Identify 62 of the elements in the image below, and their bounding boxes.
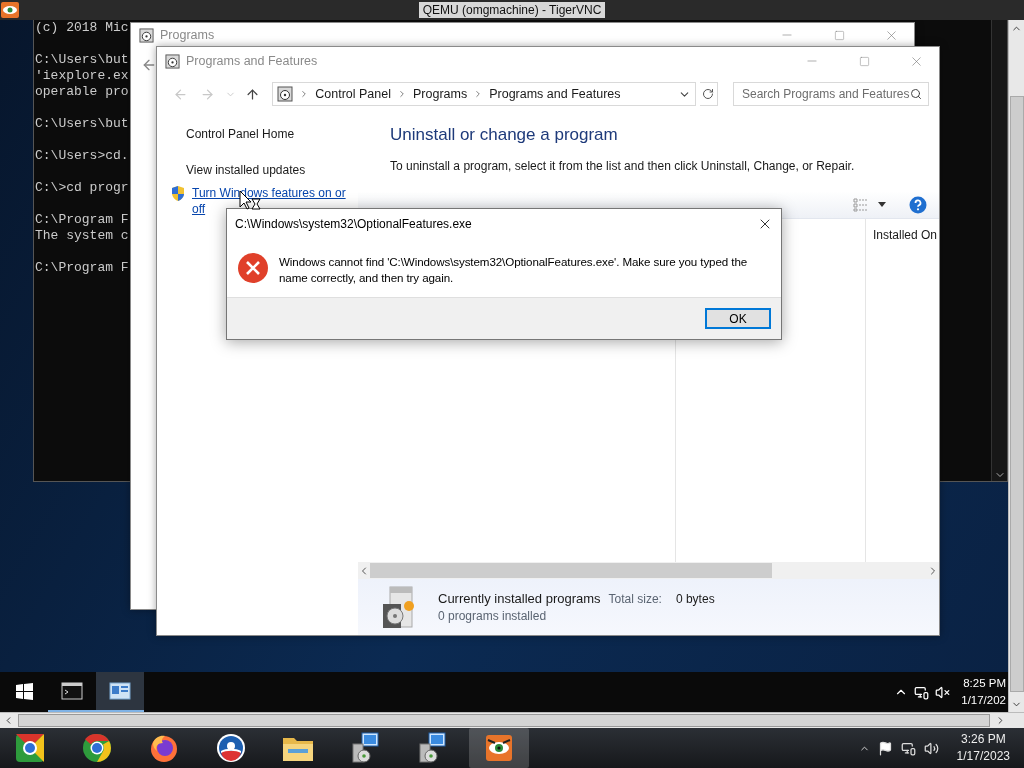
- search-field[interactable]: Search Programs and Features: [732, 82, 929, 106]
- dialog-title: C:\Windows\system32\OptionalFeatures.exe: [235, 217, 472, 231]
- program-count: 0 programs installed: [438, 609, 548, 623]
- console-icon: [61, 682, 83, 700]
- address-bar[interactable]: Control Panel Programs Programs and Features: [272, 82, 696, 106]
- control-panel-icon: [139, 27, 154, 43]
- round-logo-icon: [216, 733, 246, 763]
- search-icon: [910, 88, 922, 100]
- network-icon[interactable]: [914, 684, 929, 700]
- size-label: Total size:: [608, 592, 662, 606]
- firefox-icon: [149, 733, 179, 763]
- window-title: Programs and Features: [186, 54, 319, 68]
- network-icon[interactable]: [900, 740, 916, 756]
- tigervnc-icon: [1, 2, 19, 18]
- refresh-icon[interactable]: [702, 88, 715, 100]
- refresh-button[interactable]: [699, 82, 718, 106]
- help-icon[interactable]: [909, 195, 927, 214]
- console-line: C:\Program F: [35, 260, 129, 276]
- sidebar-link[interactable]: Control Panel Home: [186, 127, 295, 141]
- horizontal-scrollbar[interactable]: [0, 712, 1024, 728]
- console-line: The system c: [35, 228, 129, 244]
- volume-icon[interactable]: [923, 740, 939, 756]
- shield-icon: [170, 185, 186, 202]
- console-line: C:\Users>cd.: [35, 148, 129, 164]
- console-line: 'iexplore.ex: [35, 68, 129, 84]
- taskbar-app[interactable]: [469, 728, 529, 768]
- installer-icon: [417, 732, 447, 764]
- chevron-icon: [397, 89, 407, 99]
- window-title: QEMU (omgmachine) - TigerVNC: [418, 2, 606, 18]
- clock[interactable]: 3:26 PM 1/17/2023: [956, 731, 1010, 765]
- taskbar-app[interactable]: [96, 672, 144, 712]
- window-title: Programs: [160, 28, 216, 42]
- chromium-icon: [15, 733, 45, 763]
- clock[interactable]: 8:25 PM 1/17/202: [956, 675, 1006, 709]
- console-line: operable pro: [35, 84, 129, 100]
- sidebar-link[interactable]: View installed updates: [186, 163, 306, 177]
- chrome-icon: [82, 733, 112, 763]
- console-line: C:\Users\but: [35, 116, 129, 132]
- ok-button[interactable]: OK: [705, 308, 771, 329]
- caret-icon[interactable]: [877, 201, 887, 208]
- console-line: (c) 2018 Mic: [35, 20, 129, 36]
- breadcrumb[interactable]: Control Panel: [315, 87, 391, 101]
- console-line: C:\Users\but: [35, 52, 129, 68]
- volume-muted-icon[interactable]: [935, 684, 950, 700]
- error-icon: [237, 252, 269, 284]
- error-message: Windows cannot find 'C:\Windows\system32\OptionalFeatures.exe'. Make sure you typed the name correctly, and then try again.: [279, 254, 749, 286]
- column-header[interactable]: Installed On: [873, 228, 938, 242]
- control-panel-icon: [109, 681, 131, 701]
- flag-icon[interactable]: [877, 740, 893, 756]
- vertical-scrollbar[interactable]: [1008, 20, 1024, 712]
- page-heading: Uninstall or change a program: [389, 124, 619, 145]
- size-value: 0 bytes: [675, 592, 715, 606]
- control-panel-icon: [165, 53, 180, 69]
- console-line: C:\Program F: [35, 212, 129, 228]
- console-line: C:\>cd progr: [35, 180, 129, 196]
- breadcrumb[interactable]: Programs: [413, 87, 468, 101]
- tigervnc-icon: [485, 734, 513, 762]
- details-title: Currently installed programs: [438, 591, 601, 606]
- page-description: To uninstall a program, select it from the list and then click Uninstall, Change, or Repair.: [389, 158, 856, 173]
- breadcrumb[interactable]: Programs and Features: [489, 87, 621, 101]
- installer-icon: [350, 732, 380, 764]
- control-panel-icon: [277, 86, 294, 102]
